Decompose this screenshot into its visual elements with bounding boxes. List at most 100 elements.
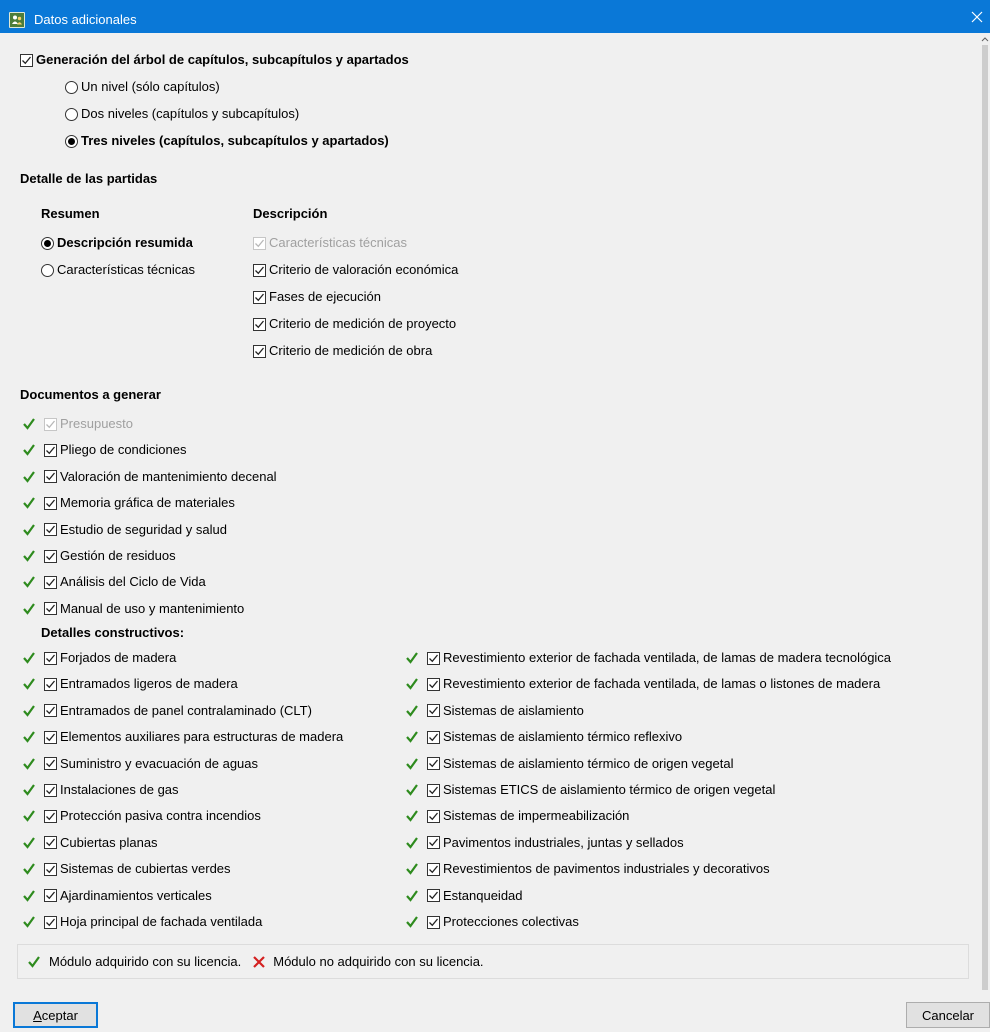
checkbox[interactable] [427, 862, 440, 876]
constructive-item-left[interactable]: Ajardinamientos verticales [22, 888, 212, 904]
tree-level-option[interactable]: Tres niveles (capítulos, subcapítulos y … [65, 133, 389, 149]
cancel-button[interactable]: Cancelar [906, 1002, 990, 1028]
checkbox[interactable] [253, 263, 266, 277]
close-button[interactable] [964, 0, 990, 33]
checkbox[interactable] [427, 836, 440, 850]
cancel-label: Cancelar [921, 1007, 975, 1023]
checkbox[interactable] [44, 470, 57, 484]
checkbox[interactable] [44, 651, 57, 665]
module-label: Revestimiento exterior de fachada ventil… [443, 676, 881, 692]
checkbox-label: Criterio de valoración económica [269, 262, 459, 277]
checkbox[interactable] [44, 783, 57, 797]
constructive-item-left[interactable]: Entramados ligeros de madera [22, 676, 238, 692]
scrollbar-thumb[interactable] [982, 45, 988, 1003]
checkbox[interactable] [44, 862, 57, 876]
checkbox[interactable] [44, 443, 57, 457]
checkbox[interactable] [44, 836, 57, 850]
constructive-item-right[interactable]: Revestimiento exterior de fachada ventil… [405, 676, 880, 692]
checkbox[interactable] [253, 290, 266, 304]
checkbox[interactable] [427, 651, 440, 665]
tree-generation-checkbox[interactable]: Generación del árbol de capítulos, subca… [20, 52, 409, 68]
constructive-item-right[interactable]: Protecciones colectivas [405, 914, 579, 930]
description-option[interactable]: Fases de ejecución [253, 289, 381, 305]
module-label: Estudio de seguridad y salud [60, 521, 227, 537]
module-label: Hoja principal de fachada ventilada [60, 914, 263, 929]
checkbox[interactable] [44, 889, 57, 903]
checkbox[interactable] [427, 809, 440, 823]
checkbox[interactable] [427, 915, 440, 929]
checkbox[interactable] [44, 496, 57, 510]
checkbox[interactable] [44, 523, 57, 537]
document-item[interactable]: Gestión de residuos [22, 548, 176, 564]
module-label: Ajardinamientos verticales [60, 887, 212, 903]
constructive-item-left[interactable]: Cubiertas planas [22, 835, 158, 851]
document-item[interactable]: Valoración de mantenimiento decenal [22, 469, 277, 485]
accept-button[interactable]: Aceptar [13, 1002, 98, 1028]
radio-button[interactable] [41, 236, 54, 250]
licensed-check-icon [406, 652, 418, 664]
constructive-item-right[interactable]: Sistemas de aislamiento [405, 703, 584, 719]
constructive-item-right[interactable]: Estanqueidad [405, 888, 523, 904]
document-item[interactable]: Análisis del Ciclo de Vida [22, 574, 206, 590]
constructive-item-right[interactable]: Pavimentos industriales, juntas y sellad… [405, 835, 684, 851]
checkbox[interactable] [253, 317, 266, 331]
document-item[interactable]: Pliego de condiciones [22, 442, 186, 458]
checkbox[interactable] [427, 677, 440, 691]
constructive-item-left[interactable]: Hoja principal de fachada ventilada [22, 914, 262, 930]
licensed-check-icon [406, 810, 418, 823]
tree-level-option[interactable]: Dos niveles (capítulos y subcapítulos) [65, 106, 299, 122]
radio-button[interactable] [41, 263, 54, 277]
licensed-check-icon [406, 837, 418, 849]
checkbox[interactable] [427, 889, 440, 903]
checkbox[interactable] [44, 730, 57, 744]
checkbox[interactable] [427, 757, 440, 771]
radio-button[interactable] [65, 107, 78, 121]
checkbox[interactable] [20, 53, 33, 67]
summary-option[interactable]: Descripción resumida [41, 235, 193, 251]
constructive-item-right[interactable]: Sistemas ETICS de aislamiento térmico de… [405, 782, 775, 798]
checkbox[interactable] [44, 809, 57, 823]
constructive-item-left[interactable]: Forjados de madera [22, 650, 176, 666]
module-label: Presupuesto [60, 416, 133, 431]
description-option[interactable]: Criterio de medición de obra [253, 343, 432, 359]
constructive-item-right[interactable]: Sistemas de impermeabilización [405, 808, 629, 824]
checkbox[interactable] [44, 549, 57, 563]
licensed-check-icon [23, 731, 35, 743]
checkbox[interactable] [44, 757, 57, 771]
checkbox[interactable] [253, 344, 266, 358]
licensed-check-icon [23, 678, 35, 691]
checkbox[interactable] [427, 704, 440, 718]
vertical-scrollbar[interactable] [980, 33, 990, 1023]
checkbox[interactable] [44, 677, 57, 691]
checkbox[interactable] [44, 704, 57, 718]
licensed-check-icon [406, 678, 418, 691]
checkbox[interactable] [44, 602, 57, 616]
constructive-item-right[interactable]: Revestimiento exterior de fachada ventil… [405, 650, 891, 666]
radio-button[interactable] [65, 134, 78, 148]
button-bar [0, 990, 990, 1032]
constructive-item-left[interactable]: Instalaciones de gas [22, 782, 179, 798]
constructive-item-left[interactable]: Entramados de panel contralaminado (CLT) [22, 703, 312, 719]
constructive-item-right[interactable]: Sistemas de aislamiento térmico reflexiv… [405, 729, 682, 745]
constructive-item-left[interactable]: Elementos auxiliares para estructuras de… [22, 729, 343, 745]
close-icon [971, 11, 983, 22]
checkbox[interactable] [44, 915, 57, 929]
document-item[interactable]: Memoria gráfica de materiales [22, 495, 235, 511]
checkbox[interactable] [427, 730, 440, 744]
summary-option[interactable]: Características técnicas [41, 262, 195, 278]
checkbox[interactable] [427, 783, 440, 797]
constructive-item-right[interactable]: Revestimientos de pavimentos industriale… [405, 861, 770, 877]
description-option[interactable]: Criterio de medición de proyecto [253, 316, 456, 332]
constructive-item-left[interactable]: Protección pasiva contra incendios [22, 808, 261, 824]
scroll-up-icon[interactable] [981, 35, 989, 43]
tree-level-option[interactable]: Un nivel (sólo capítulos) [65, 79, 220, 95]
constructive-item-left[interactable]: Sistemas de cubiertas verdes [22, 861, 231, 877]
description-option[interactable]: Criterio de valoración económica [253, 262, 458, 278]
constructive-item-left[interactable]: Suministro y evacuación de aguas [22, 756, 258, 772]
checkbox[interactable] [44, 575, 57, 589]
constructive-item-right[interactable]: Sistemas de aislamiento térmico de orige… [405, 756, 733, 772]
document-item[interactable]: Manual de uso y mantenimiento [22, 601, 244, 617]
document-item[interactable]: Estudio de seguridad y salud [22, 522, 227, 538]
description-heading: Descripción [253, 206, 328, 221]
radio-button[interactable] [65, 80, 78, 94]
